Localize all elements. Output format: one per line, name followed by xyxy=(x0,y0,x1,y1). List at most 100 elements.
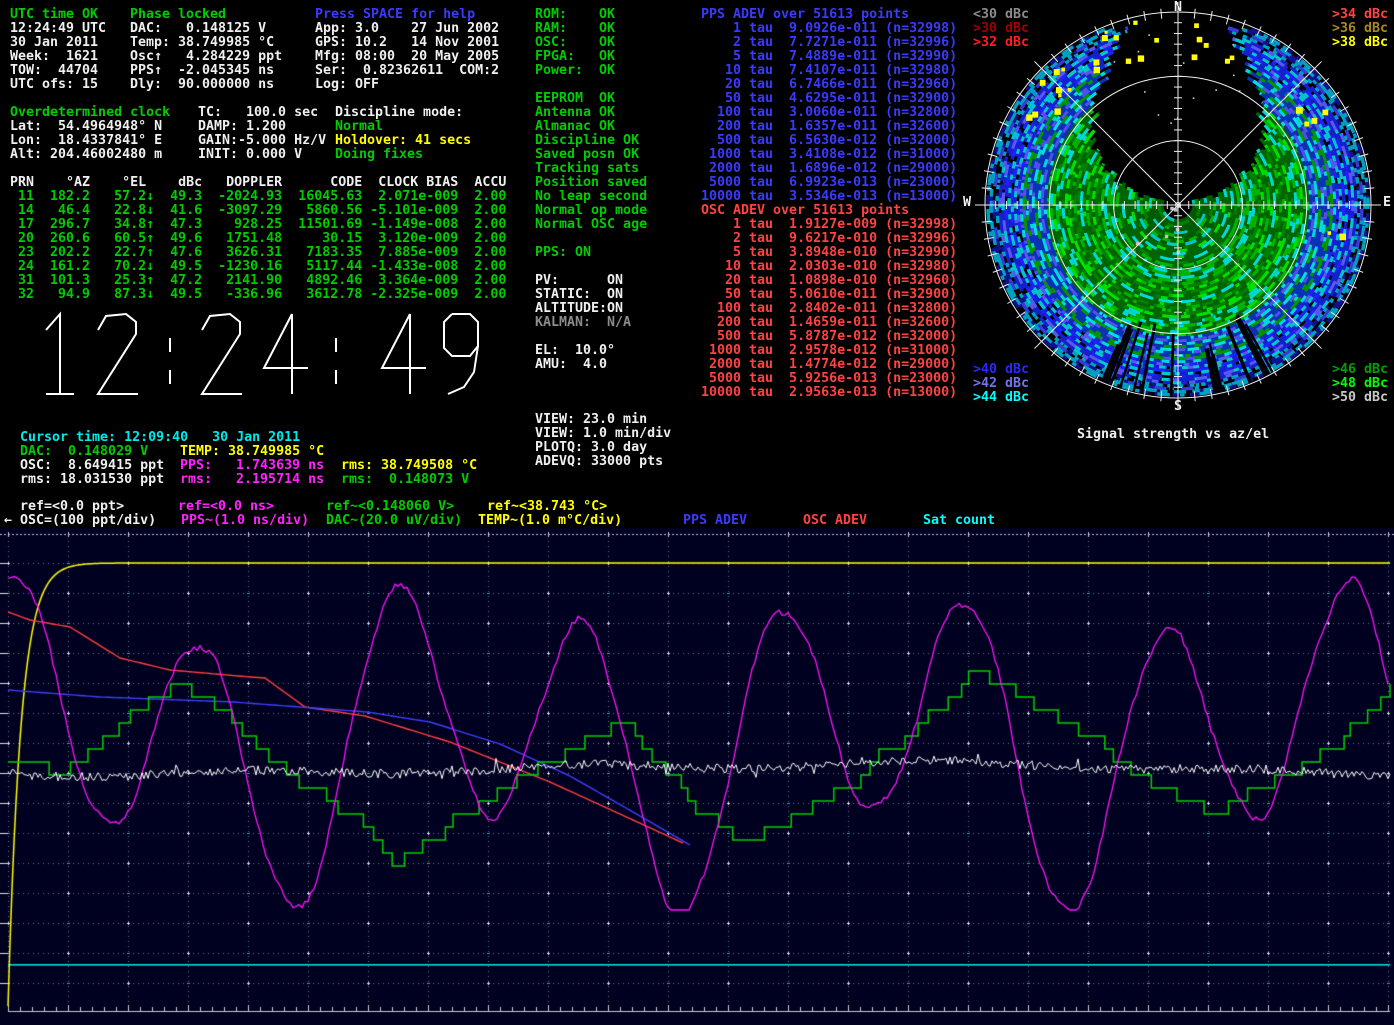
osc-adev-table-text: 10000 tau 2.9563e-013 (n=13000) xyxy=(701,385,957,400)
dac-rms-text: rms: 0.148073 V xyxy=(341,472,469,487)
pps-adev-table-text: 2000 tau 1.6896e-012 (n=29000) xyxy=(701,161,957,176)
osc-readout-text: OSC: 8.649415 ppt xyxy=(20,458,164,473)
receiver-pos-text: Lat: 54.4964948° N xyxy=(10,119,162,134)
phase-status-text: PPS↑ -2.045345 ns xyxy=(130,63,274,78)
compass-e: E xyxy=(1383,196,1391,210)
ref-dac: ref~<0.148060 V> xyxy=(326,500,454,514)
clock-digit xyxy=(98,314,138,394)
osc-adev-table-text: 10 tau 2.0303e-010 (n=32980) xyxy=(701,259,957,274)
pps-status: PPS: ON xyxy=(535,246,591,260)
legend-bl-text: >40 dBc xyxy=(973,362,1029,377)
osc-rms-text: rms: 18.031530 ppt xyxy=(20,472,164,487)
osc-adev-table-text: OSC ADEV over 51613 points xyxy=(701,203,909,218)
pps-adev-table-text: 500 tau 6.5630e-012 (n=32000) xyxy=(701,133,957,148)
pps-adev-table: PPS ADEV over 51613 points 1 tau 9.0926e… xyxy=(701,8,957,204)
temp-rms-text: rms: 38.749508 °C xyxy=(341,458,477,473)
dac-rms: rms: 0.148073 V xyxy=(341,473,469,487)
loop-params-text: DAMP: 1.200 xyxy=(198,119,286,134)
gps-status: EEPROM OKAntenna OKAlmanac OKDiscipline … xyxy=(535,92,647,232)
gps-status-text: EEPROM OK xyxy=(535,91,615,106)
legend-bl-text: >44 dBc xyxy=(973,390,1029,405)
phase-status-text: Temp: 38.749985 °C xyxy=(130,35,274,50)
clock-digit xyxy=(444,314,478,356)
legend-br: >46 dBc>48 dBc>50 dBc xyxy=(1332,363,1388,405)
legend-tl-text: <30 dBc xyxy=(973,7,1029,22)
scale-pps-text: PPS~(1.0 ns/div) xyxy=(181,513,309,528)
receiver-pos-text: Alt: 204.46002480 m xyxy=(10,147,162,162)
ref-pps: ref=<0.0 ns> xyxy=(178,500,274,514)
loop-params-text: GAIN:-5.000 Hz/V xyxy=(198,133,326,148)
legend-tl: <30 dBc>30 dBc>32 dBc xyxy=(973,8,1029,50)
loop-params-text: TC: 100.0 sec xyxy=(198,105,318,120)
osc-adev-table-text: 100 tau 2.8402e-011 (n=32800) xyxy=(701,301,957,316)
osc-adev-table-text: 500 tau 5.8787e-012 (n=32000) xyxy=(701,329,957,344)
phase-status-text: DAC: 0.148125 V xyxy=(130,21,266,36)
ref-temp-text: ref~<38.743 °C> xyxy=(487,499,607,514)
receiver-pos-text: Overdetermined clock xyxy=(10,105,170,120)
hardware-status-text: OSC: OK xyxy=(535,35,615,50)
utc-status-text: UTC ofs: 15 xyxy=(10,77,98,92)
discipline-mode: Discipline mode:NormalHoldover: 41 secsD… xyxy=(335,106,471,162)
clock-digit xyxy=(202,314,242,394)
utc-status-text: 12:24:49 UTC xyxy=(10,21,106,36)
el-amu: EL: 10.0°AMU: 4.0 xyxy=(535,344,615,372)
scale-osc-text: ← OSC=(100 ppt/div) xyxy=(4,513,156,528)
legend-br-text: >48 dBc xyxy=(1332,376,1388,391)
osc-adev-table-text: 2000 tau 1.4774e-012 (n=29000) xyxy=(701,357,957,372)
receiver-pos: Overdetermined clockLat: 54.4964948° NLo… xyxy=(10,106,170,162)
gps-status-text: Normal op mode xyxy=(535,203,647,218)
ref-temp: ref~<38.743 °C> xyxy=(487,500,607,514)
pps-readout: PPS: 1.743639 ns xyxy=(180,459,324,473)
pps-adev-table-text: 10000 tau 3.5346e-013 (n=13000) xyxy=(701,189,957,204)
phase-status-text: Phase locked xyxy=(130,7,226,22)
hardware-status: ROM: OKRAM: OKOSC: OKFPGA: OKPower: OK xyxy=(535,8,615,78)
pps-adev-table-text: 1 tau 9.0926e-011 (n=32998) xyxy=(701,21,957,36)
help-info-text: Log: OFF xyxy=(315,77,379,92)
view-settings: VIEW: 23.0 minVIEW: 1.0 min/divPLOTQ: 3.… xyxy=(535,413,671,469)
gps-status-text: Normal OSC age xyxy=(535,217,647,232)
strip-chart-canvas[interactable] xyxy=(0,528,1394,1025)
osc-readout: OSC: 8.649415 ppt xyxy=(20,459,164,473)
sat-table-text: 20 260.6 60.5↑ 49.6 1751.48 30.15 3.120e… xyxy=(10,231,506,246)
loop-params-text: INIT: 0.000 V xyxy=(198,147,302,162)
scale-dac-text: DAC~(20.0 uV/div) xyxy=(326,513,462,528)
legend-br-text: >46 dBc xyxy=(1332,362,1388,377)
view-settings-text: ADEVQ: 33000 pts xyxy=(535,454,663,469)
compass-w-text: W xyxy=(963,195,971,210)
sat-table: PRN °AZ °EL dBc DOPPLER CODE CLOCK BIAS … xyxy=(10,176,506,302)
digital-clock xyxy=(28,308,498,402)
legend-tr-text: >36 dBc xyxy=(1332,21,1388,36)
cursor-time-text: Cursor time: 12:09:40 30 Jan 2011 xyxy=(20,430,300,445)
legend-tr-text: >38 dBc xyxy=(1332,35,1388,50)
polar-plot-title: Signal strength vs az/el xyxy=(1077,428,1269,442)
ref-dac-text: ref~<0.148060 V> xyxy=(326,499,454,514)
cursor-time: Cursor time: 12:09:40 30 Jan 2011 xyxy=(20,431,300,445)
ref-osc: ref=<0.0 ppt> xyxy=(20,500,124,514)
discipline-mode-text: Normal xyxy=(335,119,383,134)
osc-adev-table-text: 5000 tau 5.9256e-013 (n=23000) xyxy=(701,371,957,386)
fix-filters: PV: ONSTATIC: ONALTITUDE:ONKALMAN: N/A xyxy=(535,274,631,330)
sat-table-text: 14 46.4 22.8↓ 41.6 -3097.29 5860.56 -5.1… xyxy=(10,203,506,218)
utc-status-text: TOW: 44704 xyxy=(10,63,98,78)
sat-table-text: 31 101.3 25.3↑ 47.2 2141.90 4892.46 3.36… xyxy=(10,273,506,288)
utc-status: UTC time OK12:24:49 UTC30 Jan 2011Week: … xyxy=(10,8,106,92)
help-info-text: GPS: 10.2 14 Nov 2001 xyxy=(315,35,499,50)
fix-filters-text: PV: ON xyxy=(535,273,623,288)
sat-table-text: 11 182.2 57.2↓ 49.3 -2024.93 16045.63 2.… xyxy=(10,189,506,204)
gps-status-text: Discipline OK xyxy=(535,133,639,148)
fix-filters-text: STATIC: ON xyxy=(535,287,623,302)
osc-adev-table: OSC ADEV over 51613 points 1 tau 1.9127e… xyxy=(701,204,957,400)
pps-adev-table-text: 5000 tau 6.9923e-013 (n=23000) xyxy=(701,175,957,190)
gps-status-text: No leap second xyxy=(535,189,647,204)
sat-table-text: 23 202.2 22.7↑ 47.6 3626.31 7183.35 7.88… xyxy=(10,245,506,260)
legend-tl-text: >30 dBc xyxy=(973,21,1029,36)
discipline-mode-text: Doing fixes xyxy=(335,147,423,162)
sat-table-text: PRN °AZ °EL dBc DOPPLER CODE CLOCK BIAS … xyxy=(10,175,506,190)
pps-adev-table-text: 100 tau 3.0060e-011 (n=32800) xyxy=(701,105,957,120)
help-info-text: Press SPACE for help xyxy=(315,7,475,22)
legend-tr: >34 dBc>36 dBc>38 dBc xyxy=(1332,8,1388,50)
osc-adev-table-text: 5 tau 3.8948e-010 (n=32990) xyxy=(701,245,957,260)
osc-adev-table-text: 200 tau 1.4659e-011 (n=32600) xyxy=(701,315,957,330)
compass-n: N xyxy=(1174,1,1182,15)
compass-e-text: E xyxy=(1383,195,1391,210)
